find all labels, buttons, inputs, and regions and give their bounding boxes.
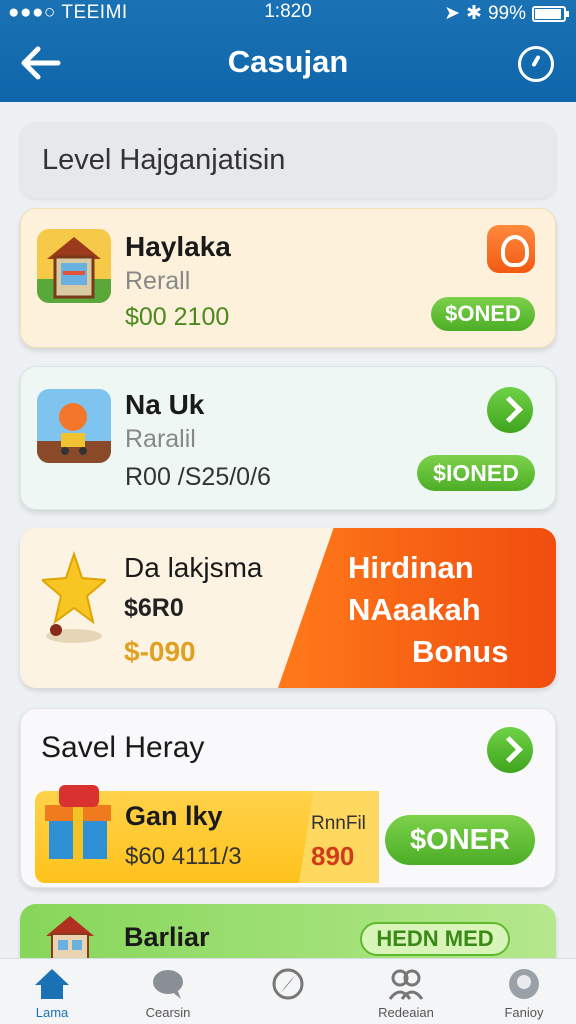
claim-button[interactable]: HEDN MED — [360, 922, 510, 956]
status-bar: ●●●○ TEEIMI 1:820 ➤ ✱ 99% — [0, 0, 576, 26]
nav-label: Lama — [35, 1005, 69, 1020]
bottom-nav: Lama Cearsin Redeaian Fanioy — [0, 958, 576, 1024]
battery-icon — [532, 5, 569, 22]
card-title: Na Uk — [125, 389, 205, 420]
card-title: Barliar — [124, 922, 210, 952]
chat-icon — [153, 970, 183, 999]
profile-icon — [509, 969, 539, 999]
card-price: $-090 — [124, 636, 196, 667]
promo-line-3: Bonus — [412, 634, 509, 669]
nav-label: Cearsin — [145, 1005, 191, 1020]
status-right: ➤ ✱ 99% — [444, 2, 569, 25]
nav-item-friends[interactable]: Redeaian — [356, 967, 456, 1020]
bonus-banner[interactable]: Hirdinan NAaakah Bonus — [278, 528, 556, 688]
bluetooth-icon: ✱ — [466, 3, 482, 24]
game-card[interactable]: Na Uk Raralil R00 /S25/0/6 $IONED — [20, 366, 556, 510]
star-icon — [42, 550, 106, 643]
card-subtitle: Rerall — [125, 267, 191, 295]
nav-item-chat[interactable]: Cearsin — [118, 967, 218, 1020]
balloon-cart-icon — [37, 389, 111, 463]
offer-value: 890 — [311, 841, 355, 871]
promo-line-2: NAaakah — [348, 592, 481, 627]
offer-price: $60 4111/3 — [125, 843, 242, 870]
bonus-card[interactable]: Da lakjsma $6R0 $-090 Hirdinan NAaakah B… — [20, 528, 556, 688]
nav-label: Fanioy — [504, 1005, 544, 1020]
app-header: ●●●○ TEEIMI 1:820 ➤ ✱ 99% Casujan — [0, 0, 576, 102]
game-card[interactable]: Haylaka Rerall $00 2100 $ONED — [20, 208, 556, 348]
page-title: Casujan — [227, 44, 349, 79]
card-price: R00 /S25/0/6 — [125, 463, 271, 491]
compass-icon[interactable] — [518, 46, 554, 82]
nav-item-profile[interactable]: Fanioy — [474, 967, 574, 1020]
nav-item-explore[interactable] — [238, 967, 338, 1005]
promo-line-1: Hirdinan — [348, 550, 474, 585]
card-title: Savel Heray — [41, 731, 205, 764]
fire-icon[interactable] — [487, 225, 535, 273]
offer-card[interactable]: Savel Heray Gan lky $60 4111/3 RnnFil 89… — [20, 708, 556, 888]
offer-title: Gan lky — [125, 801, 223, 831]
claim-button[interactable]: $IONED — [417, 455, 535, 491]
claim-button[interactable]: $ONER — [385, 815, 535, 865]
card-title: Da lakjsma — [124, 552, 263, 583]
gift-box-icon — [45, 785, 111, 859]
chevron-right-icon[interactable] — [487, 387, 533, 433]
users-icon — [388, 969, 424, 1000]
card-title: Haylaka — [125, 231, 231, 262]
offer-label: RnnFil — [311, 813, 366, 834]
level-search-bar[interactable]: Level Hajganjatisin — [20, 122, 556, 198]
card-subtitle: $6R0 — [124, 594, 184, 622]
battery-percent: 99% — [487, 2, 526, 24]
claim-button[interactable]: $ONED — [431, 297, 535, 331]
house-icon — [37, 229, 111, 303]
house-icon — [46, 916, 94, 964]
compass-icon — [272, 968, 304, 1000]
nav-item-home[interactable]: Lama — [2, 967, 102, 1020]
card-price: $00 2100 — [125, 303, 230, 331]
location-icon: ➤ — [444, 3, 461, 24]
chevron-right-icon[interactable] — [487, 727, 533, 773]
card-subtitle: Raralil — [125, 425, 196, 453]
nav-label: Redeaian — [378, 1005, 434, 1020]
search-text: Level Hajganjatisin — [42, 144, 286, 176]
home-icon — [35, 969, 69, 999]
